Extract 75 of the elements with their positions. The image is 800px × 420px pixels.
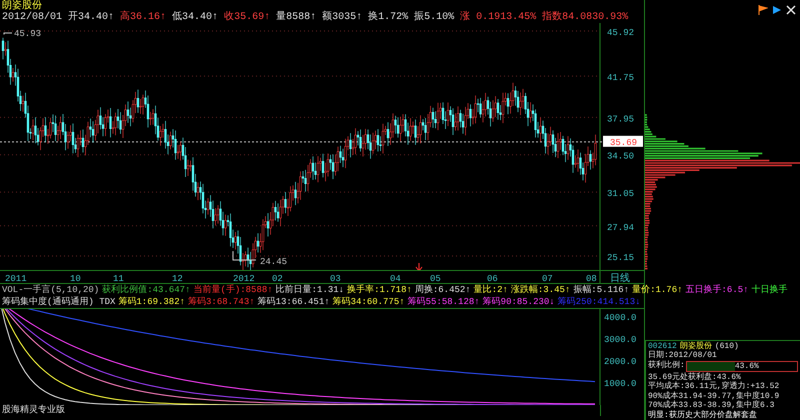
indicator-value: 筹码250:414.513↓ (558, 298, 640, 306)
price-axis-label: 34.50 (607, 152, 634, 162)
chip-stat-text: 35.69元处获利盘:43.6% (648, 372, 742, 382)
date-axis-label: 10 (70, 274, 81, 284)
volume-axis-label: 2000.0 (604, 357, 636, 367)
date-axis-label: 11 (113, 274, 124, 284)
chip-count: (610) (714, 342, 739, 351)
volume-axis-label: 4000.0 (604, 313, 636, 323)
indicator-value: 十日换手 (752, 286, 788, 294)
low-price-label: 24.45 (260, 257, 288, 267)
date-axis-label: 2012 (233, 274, 255, 284)
quote-field: 额3035↑ (322, 13, 362, 23)
stock-name: 朗姿股份 (680, 342, 712, 351)
leader-line (232, 250, 256, 260)
indicator-value: 筹码1:69.382↑ (118, 298, 186, 306)
date-axis-label: 04 (390, 274, 401, 284)
price-axis-label: 37.95 (607, 114, 634, 124)
high-price-label: 45.93 (14, 29, 42, 39)
stock-code: 002612 (648, 342, 677, 350)
quote-field: 高36.16↑ (120, 13, 166, 23)
indicator-value: 筹码55:58.128↑ (408, 298, 480, 306)
flag-icon[interactable] (758, 5, 768, 15)
date-text: 日期:2012/08/01 (648, 351, 718, 360)
date-axis-label: 2011 (5, 274, 27, 284)
volume-axis-label: 1000.0 (604, 379, 636, 389)
indicator-value: 当前量(手):8588↑ (193, 286, 273, 294)
price-axis-label: 31.05 (607, 189, 634, 200)
chip-stat-text: 70%成本33.83-38.39,集中度6.3 (648, 401, 776, 410)
volume-axis-label: 3000.0 (604, 335, 636, 345)
current-price-tag: 35.69 (603, 136, 643, 148)
quote-field: 涨 0.1913.45% (460, 13, 536, 23)
indicator-value: 振幅:5.116↑ (573, 286, 630, 294)
date-axis-label: 07 (542, 274, 553, 284)
indicator-value: 换手率:1.718↑ (347, 286, 412, 294)
date-axis-label: 03 (330, 274, 341, 284)
period-label: 日线 (610, 274, 630, 284)
indicator-value: 筹码90:85.230↓ (482, 298, 555, 306)
ratio-label: 获利比例: (648, 361, 685, 371)
date-axis-label: 02 (272, 274, 283, 284)
quote-field: 振5.10% (414, 13, 454, 23)
app-name: 股海精灵专业版 (2, 405, 65, 416)
leader-line (4, 32, 12, 35)
indicator-value: 五日换手:6.5↑ (686, 286, 749, 294)
down-arrow-icon (416, 262, 422, 270)
quote-field: 低34.40↑ (172, 13, 218, 23)
price-axis-label: 41.75 (607, 73, 634, 84)
profit-ratio-reading: 43.6% (734, 362, 759, 370)
indicator-value: 量比:2↑ (474, 286, 508, 294)
indicator-value: 量价:1.76↑ (632, 286, 683, 294)
ticker-text: 明显:获历史大部分价盘解套盘 (648, 410, 758, 420)
indicator-value: VOL-一手言(5,10,20) (2, 286, 100, 294)
quote-field: 2012/08/01 (2, 13, 62, 23)
quote-field: 开34.40↑ (68, 13, 114, 23)
indicator-value: 周换:6.452↑ (414, 286, 471, 294)
indicator-value: 获利比例值:43.647↑ (102, 286, 190, 294)
chip-stat-text: 平均成本:36.11元,穿透力:+13.52 (648, 382, 780, 391)
indicator-value: 筹码3:68.743↑ (188, 298, 255, 306)
price-axis-label: 25.15 (607, 253, 634, 263)
indicator-value: 筹码34:60.775↑ (332, 298, 405, 306)
quote-field: 换1.72% (368, 13, 408, 23)
quote-field: 量8588↑ (276, 13, 316, 23)
chip-stat-text: 90%成本31.94-39.77,集中度10.9 (648, 392, 780, 400)
quote-field: 收35.69↑ (224, 13, 270, 23)
price-axis-label: 27.94 (607, 222, 634, 233)
indicator-value: 筹码13:66.451↑ (258, 298, 330, 306)
date-axis-label: 08 (586, 274, 597, 284)
indicator-value: 筹码集中度(通码通用) TDX (2, 298, 116, 306)
price-axis-label: 45.92 (607, 28, 634, 38)
play-icon[interactable] (772, 5, 782, 15)
indicator-value: 涨跌幅:3.45↑ (510, 286, 570, 294)
date-axis-label: 06 (487, 274, 498, 284)
indicator-value: 比前日量:1.31↓ (276, 286, 344, 294)
quote-field: 指数84.0830.93% (542, 13, 628, 23)
date-axis-label: 12 (172, 274, 183, 284)
date-axis-label: 05 (430, 274, 441, 284)
